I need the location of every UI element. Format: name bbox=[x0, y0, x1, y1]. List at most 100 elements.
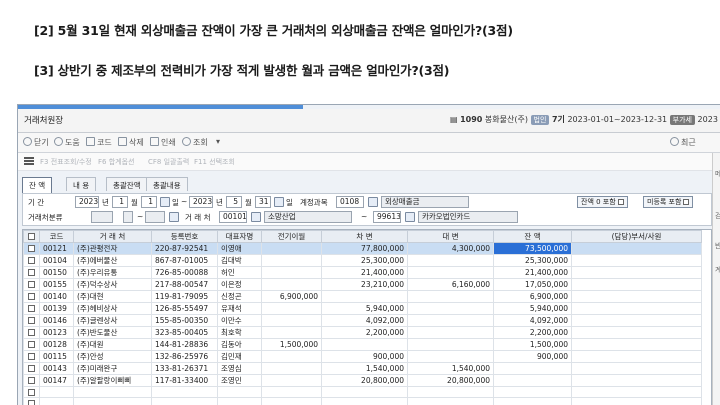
tab-balance[interactable]: 잔 액 bbox=[22, 177, 53, 193]
header-carryover[interactable]: 전기이월 bbox=[261, 230, 322, 243]
row-checkbox[interactable] bbox=[28, 353, 35, 360]
partner-from-code-input[interactable]: 00101 bbox=[219, 211, 247, 223]
period-prefix: 7기 bbox=[551, 115, 565, 124]
row-checkbox-cell[interactable] bbox=[23, 386, 40, 398]
header-debit[interactable]: 차 변 bbox=[321, 230, 408, 243]
table-row[interactable]: 00104 (주)에버물산 867-87-01005 김대박 25,300,000 25,… bbox=[23, 254, 702, 267]
partner-class-to[interactable] bbox=[145, 211, 165, 223]
close-button[interactable]: 닫기 bbox=[23, 137, 49, 148]
row-checkbox-cell[interactable] bbox=[23, 266, 40, 279]
row-checkbox-cell[interactable] bbox=[23, 326, 40, 339]
row-checkbox-cell[interactable] bbox=[23, 302, 40, 315]
table-row[interactable]: 00115 (주)안성 132-86-25976 김민재 900,000 900,000 bbox=[23, 350, 702, 363]
row-checkbox[interactable] bbox=[28, 293, 35, 300]
include-zero-checkbox[interactable] bbox=[617, 199, 624, 205]
row-checkbox[interactable] bbox=[28, 329, 35, 336]
table-row[interactable]: 00155 (주)덕수상사 217-88-00547 이은정 23,210,000 6,1… bbox=[23, 278, 702, 291]
month-to-input[interactable]: 5 bbox=[226, 196, 242, 208]
row-checkbox-cell[interactable] bbox=[23, 290, 40, 303]
row-checkbox[interactable] bbox=[28, 317, 35, 324]
partner-to-name-field: 카카오법인카드 bbox=[418, 211, 518, 223]
row-checkbox-cell[interactable] bbox=[23, 350, 40, 363]
cell-carryover bbox=[261, 362, 322, 375]
cell-carryover bbox=[261, 254, 322, 267]
hamburger-icon[interactable] bbox=[24, 157, 34, 165]
row-checkbox-cell[interactable] bbox=[23, 374, 40, 387]
recent-button[interactable]: 최근 bbox=[670, 137, 696, 148]
header-checkbox[interactable] bbox=[23, 230, 40, 243]
partner-class-from[interactable] bbox=[91, 211, 113, 223]
row-checkbox[interactable] bbox=[28, 341, 35, 348]
partner-class-lookup-icon[interactable] bbox=[169, 212, 179, 222]
row-checkbox-cell[interactable] bbox=[23, 278, 40, 291]
cell-ceo: 허인 bbox=[217, 266, 262, 279]
partner-to-lookup-icon[interactable] bbox=[405, 212, 415, 222]
row-checkbox-cell[interactable] bbox=[23, 254, 40, 267]
row-checkbox-cell[interactable] bbox=[23, 338, 40, 351]
cell-reg-no: 217-88-00547 bbox=[151, 278, 218, 291]
calendar-to-icon[interactable] bbox=[274, 197, 284, 207]
partner-class-from-2[interactable] bbox=[123, 211, 133, 223]
empty-row[interactable] bbox=[23, 397, 702, 405]
header-dept[interactable]: (담당)부서/사원 bbox=[571, 230, 702, 243]
delete-button[interactable]: 삭제 bbox=[118, 137, 144, 148]
row-checkbox[interactable] bbox=[28, 281, 35, 288]
select-all-checkbox[interactable] bbox=[28, 233, 35, 240]
table-row[interactable]: 00121 (주)관평전자 220-87-92541 이영애 77,800,000 4,3… bbox=[23, 242, 702, 255]
header-balance[interactable]: 잔 액 bbox=[493, 230, 572, 243]
tab-total-content[interactable]: 총괄내용 bbox=[146, 177, 188, 191]
row-checkbox[interactable] bbox=[28, 388, 35, 396]
table-row[interactable]: 00139 (주)헤비상사 126-85-55497 유재석 5,940,000 5,94… bbox=[23, 302, 702, 315]
partner-to-code-input[interactable]: 99613 bbox=[373, 211, 401, 223]
fkey-f11[interactable]: F11 선택조회 bbox=[194, 157, 235, 167]
table-row[interactable]: 00123 (주)반도물산 323-85-00405 최호학 2,200,000 2,20… bbox=[23, 326, 702, 339]
table-row[interactable]: 00143 (주)미래완구 133-81-26371 조영심 1,540,000 1,54… bbox=[23, 362, 702, 375]
row-checkbox[interactable] bbox=[28, 245, 35, 252]
table-row[interactable]: 00146 (주)글렌상사 155-85-00350 이만수 4,092,000 4,09… bbox=[23, 314, 702, 327]
row-checkbox[interactable] bbox=[28, 305, 35, 312]
row-checkbox[interactable] bbox=[28, 365, 35, 372]
header-code[interactable]: 코드 bbox=[39, 230, 74, 243]
fkey-f6[interactable]: F6 합계옵션 bbox=[98, 157, 134, 167]
month-from-input[interactable]: 1 bbox=[112, 196, 128, 208]
row-checkbox[interactable] bbox=[28, 257, 35, 264]
table-row[interactable]: 00147 (주)알팔랑이삐삐 117-81-33400 조영민 20,800,000 2… bbox=[23, 374, 702, 387]
header-ceo[interactable]: 대표자명 bbox=[217, 230, 262, 243]
search-button[interactable]: 조회 bbox=[182, 137, 208, 148]
include-zero-balance-toggle[interactable]: 잔액 0 포함 bbox=[577, 196, 628, 208]
table-row[interactable]: 00128 (주)대원 144-81-28836 김동아 1,500,000 1,500,… bbox=[23, 338, 702, 351]
cell-balance: 5,940,000 bbox=[493, 302, 572, 315]
day-to-input[interactable]: 31 bbox=[255, 196, 271, 208]
tab-content[interactable]: 내 용 bbox=[66, 177, 97, 191]
cell-credit bbox=[407, 338, 494, 351]
row-checkbox-cell[interactable] bbox=[23, 362, 40, 375]
fkey-f3[interactable]: F3 전표조회/수정 bbox=[40, 157, 92, 167]
calendar-from-icon[interactable] bbox=[160, 197, 170, 207]
day-from-input[interactable]: 1 bbox=[141, 196, 157, 208]
header-partner[interactable]: 거 래 처 bbox=[73, 230, 152, 243]
row-checkbox-cell[interactable] bbox=[23, 314, 40, 327]
row-checkbox-cell[interactable] bbox=[23, 397, 40, 405]
year-from-input[interactable]: 2023 bbox=[75, 196, 99, 208]
empty-row[interactable] bbox=[23, 386, 702, 398]
year-to-input[interactable]: 2023 bbox=[189, 196, 213, 208]
header-credit[interactable]: 대 변 bbox=[407, 230, 494, 243]
row-checkbox-cell[interactable] bbox=[23, 242, 40, 255]
account-code-input[interactable]: 0108 bbox=[336, 196, 364, 208]
more-dropdown[interactable]: ▾ bbox=[216, 137, 220, 146]
row-checkbox[interactable] bbox=[28, 399, 35, 405]
include-unregistered-toggle[interactable]: 미등록 포함 bbox=[643, 196, 694, 208]
account-lookup-icon[interactable] bbox=[368, 197, 378, 207]
row-checkbox[interactable] bbox=[28, 377, 35, 384]
header-reg-no[interactable]: 등록번호 bbox=[151, 230, 218, 243]
print-button[interactable]: 인쇄 bbox=[150, 137, 176, 148]
row-checkbox[interactable] bbox=[28, 269, 35, 276]
include-unregistered-checkbox[interactable] bbox=[683, 199, 690, 205]
table-row[interactable]: 00140 (주)대현 119-81-79095 신정곤 6,900,000 6,900,… bbox=[23, 290, 702, 303]
table-row[interactable]: 00150 (주)우리유통 726-85-00088 허인 21,400,000 21,4… bbox=[23, 266, 702, 279]
code-button[interactable]: 코드 bbox=[86, 137, 112, 148]
help-button[interactable]: 도움 bbox=[54, 137, 80, 148]
tab-total-balance[interactable]: 총괄잔액 bbox=[106, 177, 148, 191]
fkey-cf8[interactable]: CF8 일괄출력 bbox=[148, 157, 189, 167]
partner-from-lookup-icon[interactable] bbox=[251, 212, 261, 222]
